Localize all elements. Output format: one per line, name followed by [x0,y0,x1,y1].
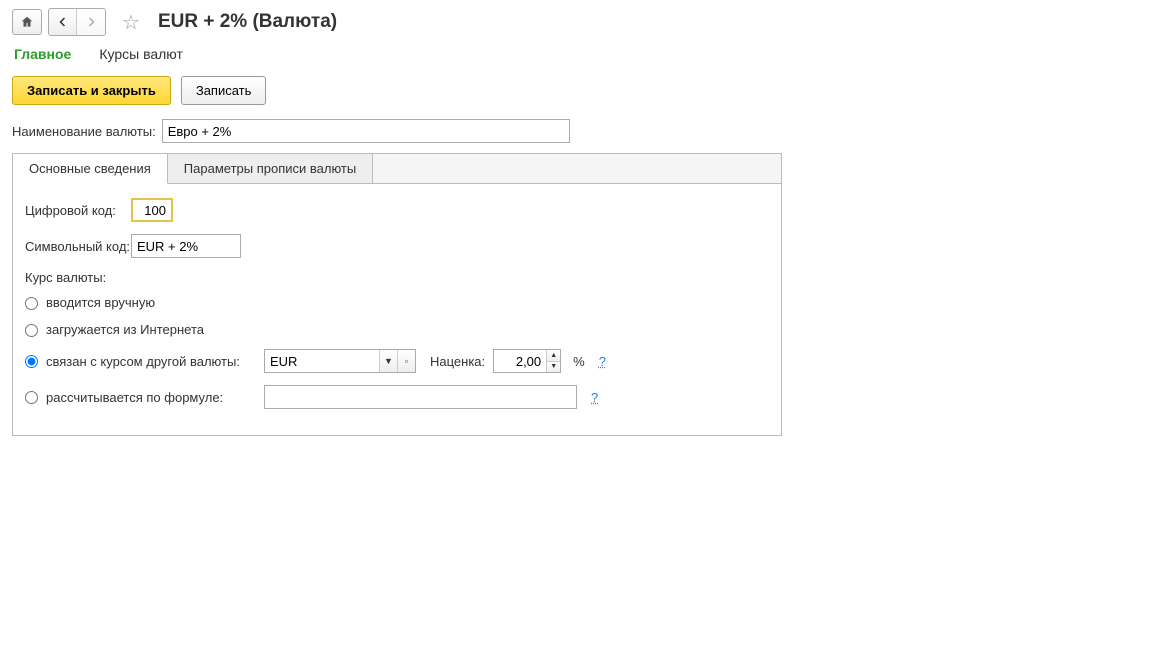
nav-main[interactable]: Главное [14,46,71,62]
open-icon[interactable]: ▫ [397,350,415,372]
nav-rates[interactable]: Курсы валют [99,46,183,62]
radio-formula[interactable] [25,391,38,404]
dropdown-icon[interactable]: ▼ [379,350,397,372]
favorite-icon[interactable]: ☆ [122,10,140,35]
radio-internet[interactable] [25,324,38,337]
help-link-markup[interactable]: ? [599,354,606,369]
tab-basic-info[interactable]: Основные сведения [13,154,168,184]
tab-currency-params[interactable]: Параметры прописи валюты [168,154,373,184]
rate-section-label: Курс валюты: [25,270,769,285]
formula-input[interactable] [264,385,577,409]
radio-related[interactable] [25,355,38,368]
spinner-down-icon[interactable]: ▼ [547,362,560,373]
percent-label: % [573,354,585,369]
currency-name-input[interactable] [162,119,570,143]
radio-related-label: связан с курсом другой валюты: [46,354,256,369]
radio-formula-label: рассчитывается по формуле: [46,390,256,405]
radio-manual[interactable] [25,297,38,310]
related-currency-input[interactable] [265,350,379,372]
home-button[interactable] [12,9,42,35]
help-link-formula[interactable]: ? [591,390,598,405]
currency-name-label: Наименование валюты: [12,124,156,139]
markup-spinner[interactable]: ▲ ▼ [493,349,561,373]
markup-input[interactable] [494,350,546,372]
radio-manual-label: вводится вручную [46,295,155,310]
radio-internet-label: загружается из Интернета [46,322,204,337]
forward-button[interactable] [77,9,105,35]
numeric-code-label: Цифровой код: [25,203,131,218]
related-currency-combo[interactable]: ▼ ▫ [264,349,416,373]
symbol-code-label: Символьный код: [25,239,131,254]
symbol-code-input[interactable] [131,234,241,258]
back-button[interactable] [49,9,77,35]
page-title: EUR + 2% (Валюта) [158,11,337,33]
save-button[interactable]: Записать [181,76,267,105]
numeric-code-input[interactable] [131,198,173,222]
markup-label: Наценка: [430,354,485,369]
spinner-up-icon[interactable]: ▲ [547,350,560,362]
save-close-button[interactable]: Записать и закрыть [12,76,171,105]
